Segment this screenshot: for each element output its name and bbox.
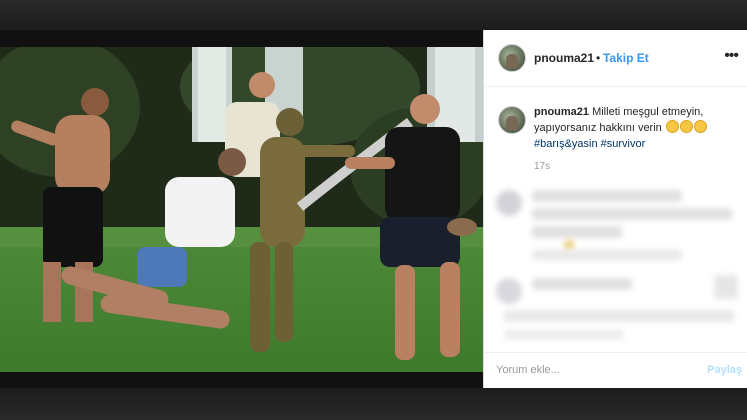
caption-username[interactable]: pnouma21 [534, 106, 589, 118]
post-timestamp[interactable]: 17s [534, 161, 550, 172]
post-details-panel: pnouma21 • Takip Et ••• pnouma21 Milleti… [483, 30, 747, 388]
bottom-bar [0, 388, 747, 420]
post-header: pnouma21 • Takip Et ••• [484, 30, 747, 87]
hashtag-link[interactable]: #survivor [601, 138, 646, 150]
comment-bar: Paylaş [484, 352, 747, 389]
username-link[interactable]: pnouma21 [534, 51, 594, 65]
blurred-comments [484, 180, 747, 350]
hashtag-link[interactable]: #barış&yasin [534, 138, 598, 150]
post-photo[interactable] [0, 47, 483, 372]
more-options-icon[interactable]: ••• [724, 47, 739, 65]
caption: pnouma21 Milleti meşgul etmeyin, yapıyor… [534, 104, 739, 152]
post-comment-button[interactable]: Paylaş [707, 364, 742, 376]
avatar[interactable] [498, 44, 526, 72]
separator-dot: • [596, 51, 601, 65]
caption-avatar[interactable] [498, 106, 526, 134]
photo-illustration [0, 47, 483, 372]
laughing-emoji-icon [665, 120, 707, 134]
top-bar [0, 0, 747, 30]
comment-input[interactable] [496, 364, 696, 376]
follow-button[interactable]: Takip Et [603, 51, 649, 65]
